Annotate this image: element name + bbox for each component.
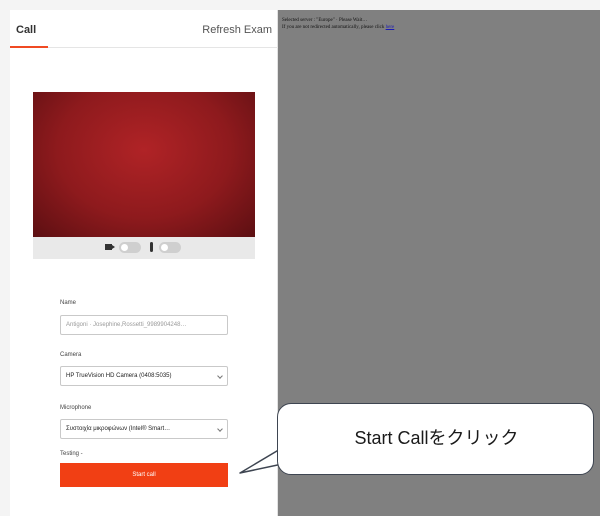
callout-pointer-cover — [278, 446, 282, 462]
